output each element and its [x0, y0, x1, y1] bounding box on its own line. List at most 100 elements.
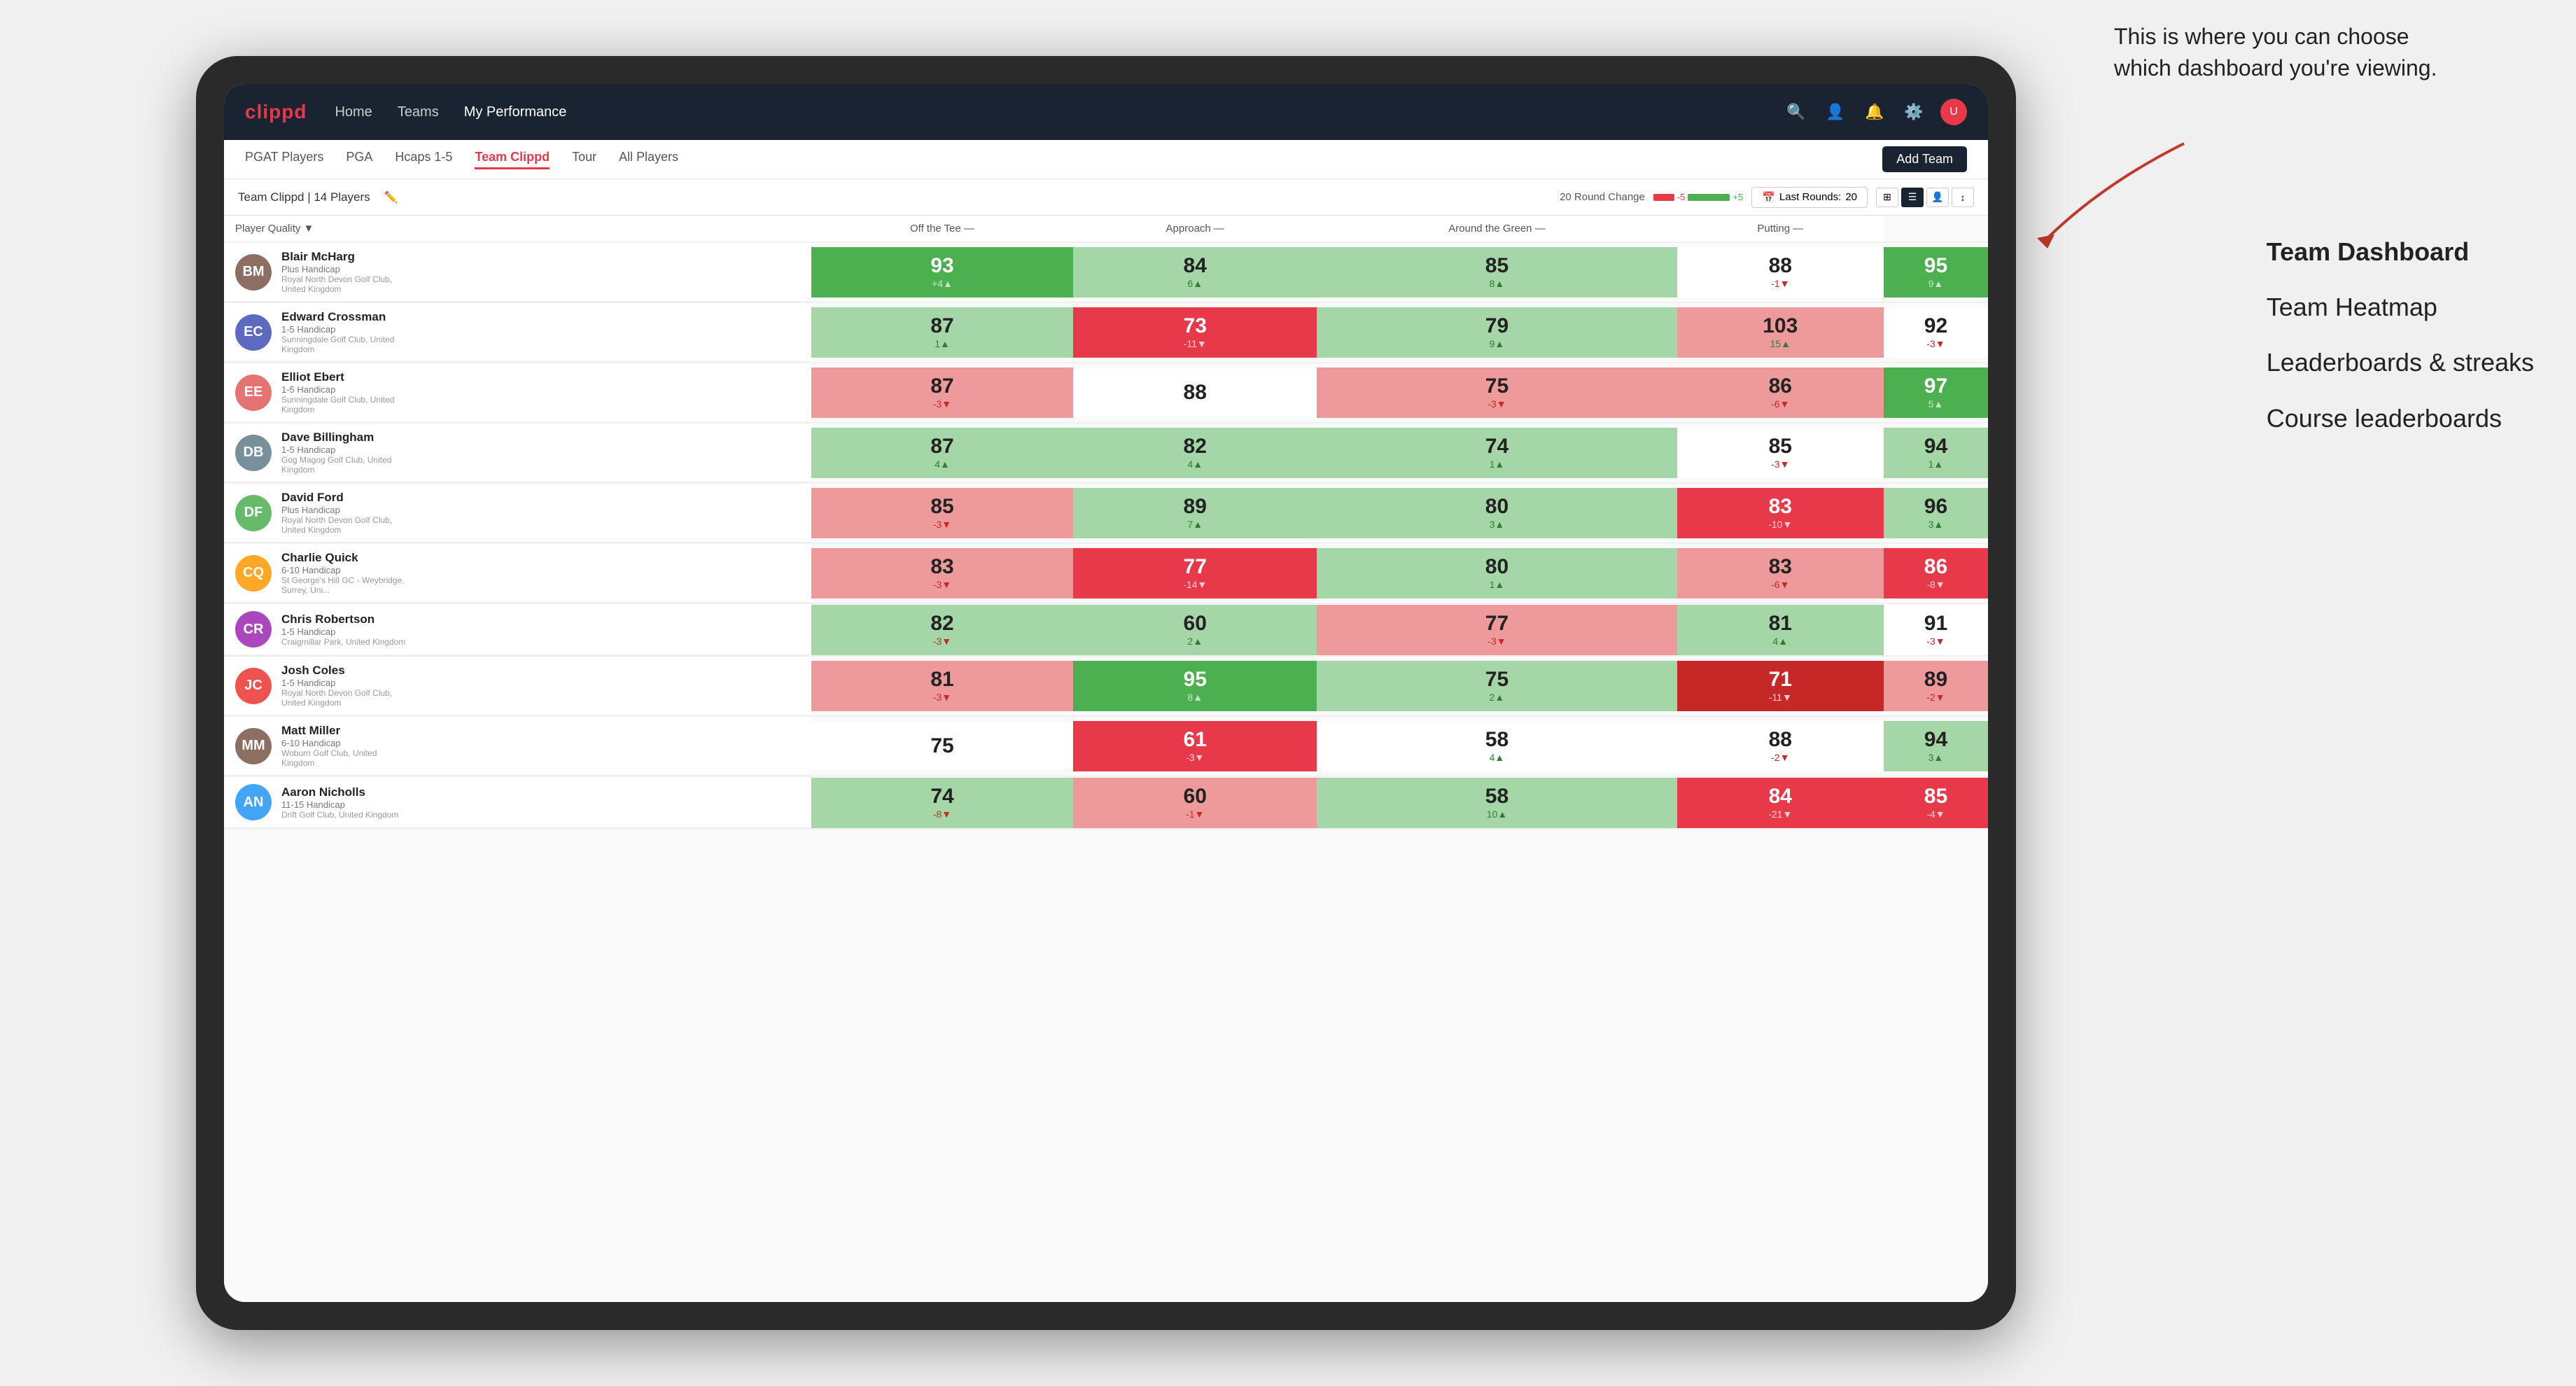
app-logo[interactable]: clippd [245, 101, 307, 123]
player-club: Royal North Devon Golf Club, United King… [281, 515, 407, 535]
subnav-all-players[interactable]: All Players [619, 150, 678, 169]
sidebar-team-dashboard[interactable]: Team Dashboard [2267, 224, 2534, 279]
player-cell[interactable]: ECEdward Crossman1-5 HandicapSunningdale… [224, 303, 811, 362]
stat-change: -3▼ [933, 519, 951, 530]
stat-putting: 85-4▼ [1884, 776, 1988, 829]
stat-value: 83 [1769, 496, 1792, 517]
subnav-links: PGAT Players PGA Hcaps 1-5 Team Clippd T… [245, 150, 1882, 169]
subnav-pga[interactable]: PGA [346, 150, 372, 169]
table-row: ANAaron Nicholls11-15 HandicapDrift Golf… [224, 776, 1988, 829]
stat-change: 8▲ [1490, 278, 1505, 289]
stat-value: 84 [1184, 255, 1207, 276]
avatar[interactable]: U [1940, 99, 1967, 125]
sidebar-course-leaderboards[interactable]: Course leaderboards [2267, 391, 2534, 446]
sort-view-button[interactable]: ↕ [1952, 188, 1974, 207]
main-content: Player Quality ▼ Off the Tee — Approach … [224, 216, 1988, 1302]
change-neg: -5 [1677, 192, 1686, 202]
stat-change: 15▲ [1770, 338, 1791, 349]
last-rounds-button[interactable]: 📅 Last Rounds: 20 [1751, 187, 1868, 208]
player-cell[interactable]: DFDavid FordPlus HandicapRoyal North Dev… [224, 484, 811, 542]
stat-around_green: 85-3▼ [1677, 423, 1884, 483]
sidebar-leaderboards[interactable]: Leaderboards & streaks [2267, 335, 2534, 390]
avatar: MM [235, 728, 272, 764]
stat-change: 3▲ [1928, 752, 1944, 763]
col-around-green: Around the Green — [1317, 216, 1676, 242]
settings-icon[interactable]: ⚙️ [1901, 99, 1926, 125]
stat-change: -3▼ [1488, 398, 1506, 410]
avatar: JC [235, 668, 272, 704]
player-cell[interactable]: EEElliot Ebert1-5 HandicapSunningdale Go… [224, 363, 811, 422]
team-header: Team Clippd | 14 Players ✏️ 20 Round Cha… [224, 179, 1988, 216]
stat-change: -3▼ [1488, 636, 1506, 647]
person-view-button[interactable]: 👤 [1926, 188, 1949, 207]
stat-quality: 871▲ [811, 302, 1073, 363]
stat-value: 73 [1184, 316, 1207, 337]
stat-change: -2▼ [1771, 752, 1789, 763]
table-row: DFDavid FordPlus HandicapRoyal North Dev… [224, 483, 1988, 543]
subnav-hcaps[interactable]: Hcaps 1-5 [395, 150, 452, 169]
nav-home[interactable]: Home [335, 104, 372, 120]
stat-quality: 81-3▼ [811, 656, 1073, 716]
stat-value: 92 [1924, 316, 1947, 337]
stat-change: -6▼ [1771, 398, 1789, 410]
player-cell[interactable]: BMBlair McHargPlus HandicapRoyal North D… [224, 243, 811, 302]
player-cell[interactable]: CRChris Robertson1-5 HandicapCraigmillar… [224, 604, 811, 655]
stat-off_tee: 602▲ [1073, 603, 1317, 656]
stat-quality: 87-3▼ [811, 363, 1073, 423]
col-off-tee: Off the Tee — [811, 216, 1073, 242]
stat-approach: 741▲ [1317, 423, 1676, 483]
stat-change: 1▲ [1928, 458, 1944, 470]
dashboard-table: Player Quality ▼ Off the Tee — Approach … [224, 216, 1988, 830]
stat-value: 95 [1184, 669, 1207, 690]
round-change-section: 20 Round Change -5 +5 📅 Last Rounds: 20 … [1560, 187, 1974, 208]
player-name: Dave Billingham [281, 430, 407, 444]
edit-icon[interactable]: ✏️ [384, 190, 398, 204]
stat-putting: 963▲ [1884, 483, 1988, 543]
stat-around_green: 71-11▼ [1677, 656, 1884, 716]
stat-approach: 799▲ [1317, 302, 1676, 363]
stat-change: 8▲ [1187, 692, 1203, 703]
player-cell[interactable]: JCJosh Coles1-5 HandicapRoyal North Devo… [224, 657, 811, 715]
bar-red [1653, 194, 1674, 201]
add-team-button[interactable]: Add Team [1882, 146, 1967, 172]
stat-change: 6▲ [1187, 278, 1203, 289]
bar-green [1688, 194, 1730, 201]
sidebar-team-heatmap[interactable]: Team Heatmap [2267, 279, 2534, 335]
player-name: Blair McHarg [281, 250, 407, 264]
subnav-tour[interactable]: Tour [572, 150, 596, 169]
stat-change: 4▲ [1490, 752, 1505, 763]
stat-value: 85 [1485, 255, 1508, 276]
avatar: EC [235, 314, 272, 351]
stat-around_green: 83-6▼ [1677, 543, 1884, 603]
nav-teams[interactable]: Teams [398, 104, 439, 120]
nav-my-performance[interactable]: My Performance [464, 104, 567, 120]
stat-putting: 975▲ [1884, 363, 1988, 423]
stat-change: 4▲ [1187, 458, 1203, 470]
stat-change: -3▼ [1926, 636, 1945, 647]
stat-value: 77 [1485, 613, 1508, 634]
player-name: Matt Miller [281, 724, 407, 738]
stat-off_tee: 958▲ [1073, 656, 1317, 716]
player-name: Aaron Nicholls [281, 785, 398, 799]
player-cell[interactable]: MMMatt Miller6-10 HandicapWoburn Golf Cl… [224, 717, 811, 776]
avatar: AN [235, 784, 272, 820]
col-player-quality: Player Quality ▼ [224, 216, 811, 242]
player-cell[interactable]: ANAaron Nicholls11-15 HandicapDrift Golf… [224, 777, 811, 828]
bell-icon[interactable]: 🔔 [1862, 99, 1887, 125]
stat-value: 87 [930, 376, 953, 397]
stat-value: 74 [930, 786, 953, 807]
grid-view-button[interactable]: ⊞ [1876, 188, 1898, 207]
user-icon[interactable]: 👤 [1823, 99, 1848, 125]
subnav-team-clippd[interactable]: Team Clippd [475, 150, 550, 169]
subnav-pgat[interactable]: PGAT Players [245, 150, 323, 169]
search-icon[interactable]: 🔍 [1784, 99, 1809, 125]
table-view-button[interactable]: ☰ [1901, 188, 1924, 207]
player-cell[interactable]: CQCharlie Quick6-10 HandicapSt George's … [224, 544, 811, 603]
avatar: DF [235, 495, 272, 531]
stat-approach: 858▲ [1317, 242, 1676, 302]
stat-change: -6▼ [1771, 579, 1789, 590]
stat-change: 9▲ [1928, 278, 1944, 289]
stat-value: 58 [1485, 729, 1508, 750]
player-cell[interactable]: DBDave Billingham1-5 HandicapGog Magog G… [224, 424, 811, 482]
player-handicap: 6-10 Handicap [281, 565, 407, 575]
